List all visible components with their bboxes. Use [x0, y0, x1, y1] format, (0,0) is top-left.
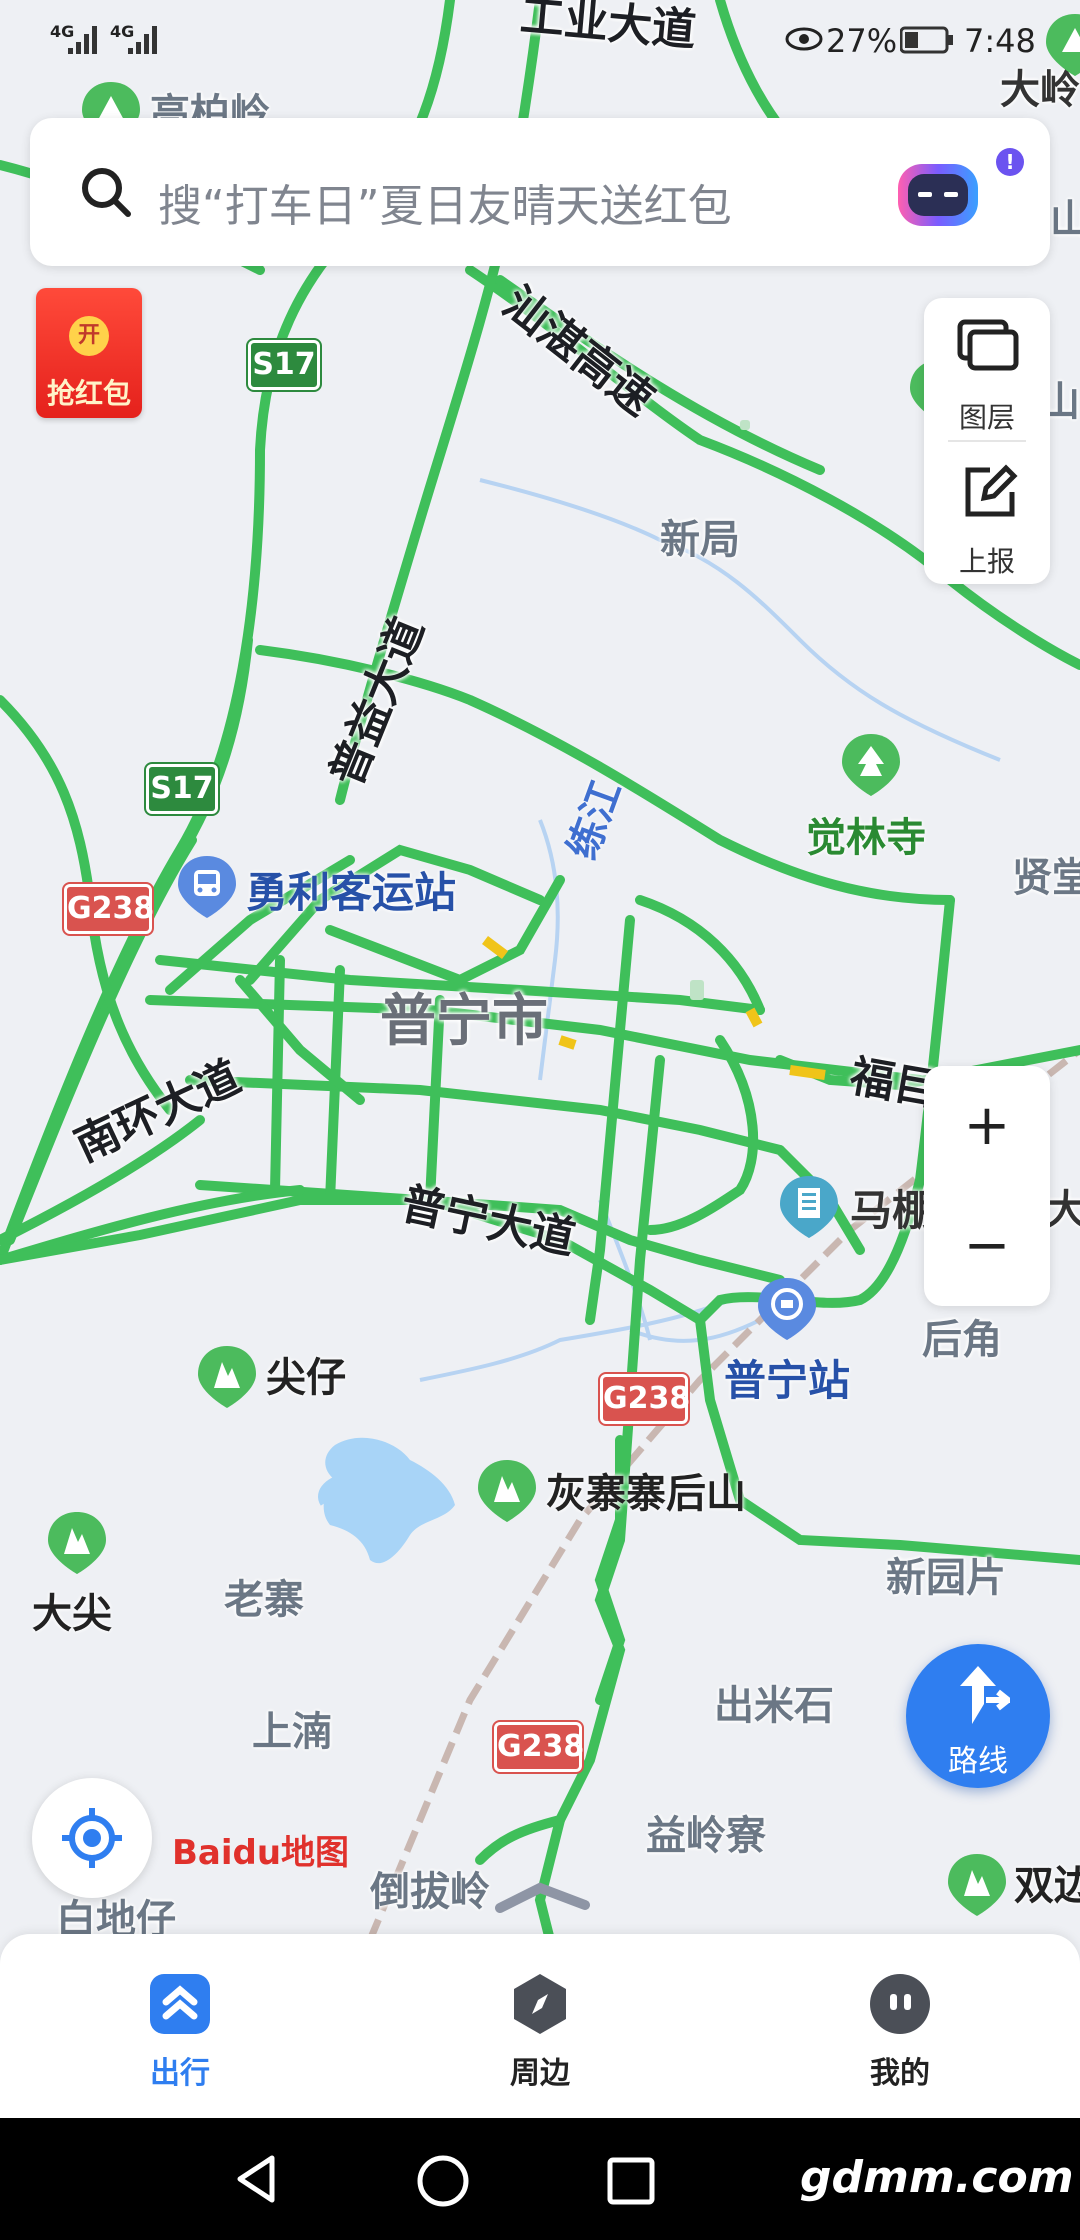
poi-label-jianzai[interactable]: 尖仔 [266, 1358, 346, 1398]
route-shield-g238: G238 [494, 1722, 584, 1772]
place-label: 贤堂 [1012, 855, 1080, 901]
recents-icon[interactable] [606, 2156, 656, 2206]
place-label: 大 [1046, 1187, 1080, 1233]
mountain-icon[interactable] [472, 1456, 542, 1526]
search-placeholder: 搜“打车日”夏日友晴天送红包 [158, 181, 732, 232]
compass-icon [514, 1974, 566, 2034]
red-packet-button[interactable]: 开 抢红包 [36, 288, 142, 418]
report-label: 上报 [958, 545, 1015, 578]
route-arrow-icon [960, 1666, 1010, 1724]
nav-nearby[interactable]: 周边 [450, 1964, 630, 2094]
report-button[interactable]: 上报 [924, 444, 1050, 584]
search-bar[interactable]: 搜“打车日”夏日友晴天送红包 ! [30, 118, 1050, 266]
route-shield-s17: S17 [146, 764, 218, 814]
nav-travel[interactable]: 出行 [90, 1964, 270, 2094]
layers-label: 图层 [958, 401, 1015, 434]
route-shield-g238: G238 [64, 884, 154, 934]
assistant-badge: ! [996, 148, 1024, 176]
layers-icon [957, 319, 1019, 371]
clock: 7:48 [964, 22, 1036, 60]
edit-icon [965, 464, 1018, 517]
place-label: 出米石 [714, 1683, 834, 1729]
poi-label-shuang[interactable]: 双边 [1014, 1866, 1080, 1906]
travel-icon [150, 1974, 210, 2034]
place-label: 老寨 [224, 1577, 304, 1623]
poi-label-huizhai[interactable]: 灰寨寨后山 [546, 1474, 746, 1514]
temple-icon[interactable] [836, 730, 906, 800]
poi-label-dajian[interactable]: 大尖 [32, 1594, 112, 1634]
mountain-icon[interactable] [942, 1850, 1012, 1920]
poi-label-puning-station[interactable]: 普宁站 [724, 1360, 850, 1402]
place-label: 山 [1050, 197, 1080, 243]
assistant-icon[interactable] [892, 154, 992, 234]
map-tools-panel: 图层 上报 [924, 298, 1050, 584]
baidu-map-logo: Baidu地图 [172, 1833, 350, 1873]
divider [948, 440, 1026, 442]
poi-label-juelinsi[interactable]: 觉林寺 [806, 818, 926, 858]
system-nav-bar: gdmm.com [0, 2118, 1080, 2240]
place-label: 新局 [660, 517, 740, 563]
bottom-nav: 出行 周边 我的 [0, 1934, 1080, 2118]
place-label: 新园片 [886, 1555, 1006, 1601]
red-packet-label: 抢红包 [46, 377, 131, 410]
nav-mine[interactable]: 我的 [810, 1964, 990, 2094]
profile-icon [870, 1974, 930, 2034]
route-label: 路线 [948, 1744, 1008, 1779]
layers-button[interactable]: 图层 [924, 298, 1050, 438]
watermark: gdmm.com [800, 2152, 1074, 2203]
nav-label-mine: 我的 [870, 2056, 930, 2091]
zoom-control: + − [924, 1066, 1050, 1306]
city-label: 普宁市 [380, 989, 548, 1054]
place-label: 后角 [922, 1317, 1002, 1363]
home-icon[interactable] [416, 2154, 470, 2208]
eye-icon [785, 27, 823, 51]
building-icon[interactable] [774, 1172, 844, 1242]
search-icon [82, 168, 131, 217]
bus-station-icon[interactable] [172, 852, 242, 922]
signal-icon [128, 26, 157, 54]
route-shield-s17: S17 [248, 340, 320, 390]
map-view[interactable]: 工业大道 汕湛高速 普益大道 南环大道 普宁大道 福目 普宁市 练江 S17 S… [0, 0, 1080, 1945]
train-station-icon[interactable] [752, 1274, 822, 1344]
battery-percent: 27% [826, 22, 898, 60]
place-label: 倒拔岭 [370, 1869, 490, 1915]
signal-icon [68, 26, 97, 54]
locate-button[interactable] [32, 1778, 152, 1898]
route-shield-g238: G238 [600, 1374, 690, 1424]
place-label: 益岭寮 [646, 1813, 766, 1859]
mountain-icon[interactable] [192, 1342, 262, 1412]
route-button[interactable]: 路线 [906, 1644, 1050, 1788]
battery-icon [900, 26, 953, 54]
place-label: 上湳 [252, 1709, 332, 1755]
poi-label-yongli[interactable]: 勇利客运站 [246, 872, 456, 914]
red-packet-coin: 开 [69, 316, 109, 356]
zoom-out-button[interactable]: − [924, 1196, 1050, 1296]
mountain-icon[interactable] [42, 1508, 112, 1578]
zoom-in-button[interactable]: + [924, 1076, 1050, 1176]
back-icon[interactable] [232, 2154, 282, 2204]
locate-icon [62, 1808, 122, 1868]
nav-label-travel: 出行 [150, 2056, 210, 2091]
poi-label-mapeng[interactable]: 马棚 [850, 1190, 934, 1232]
nav-label-nearby: 周边 [510, 2056, 570, 2091]
status-bar: 4G 4G 27% 7:48 [0, 0, 1080, 80]
